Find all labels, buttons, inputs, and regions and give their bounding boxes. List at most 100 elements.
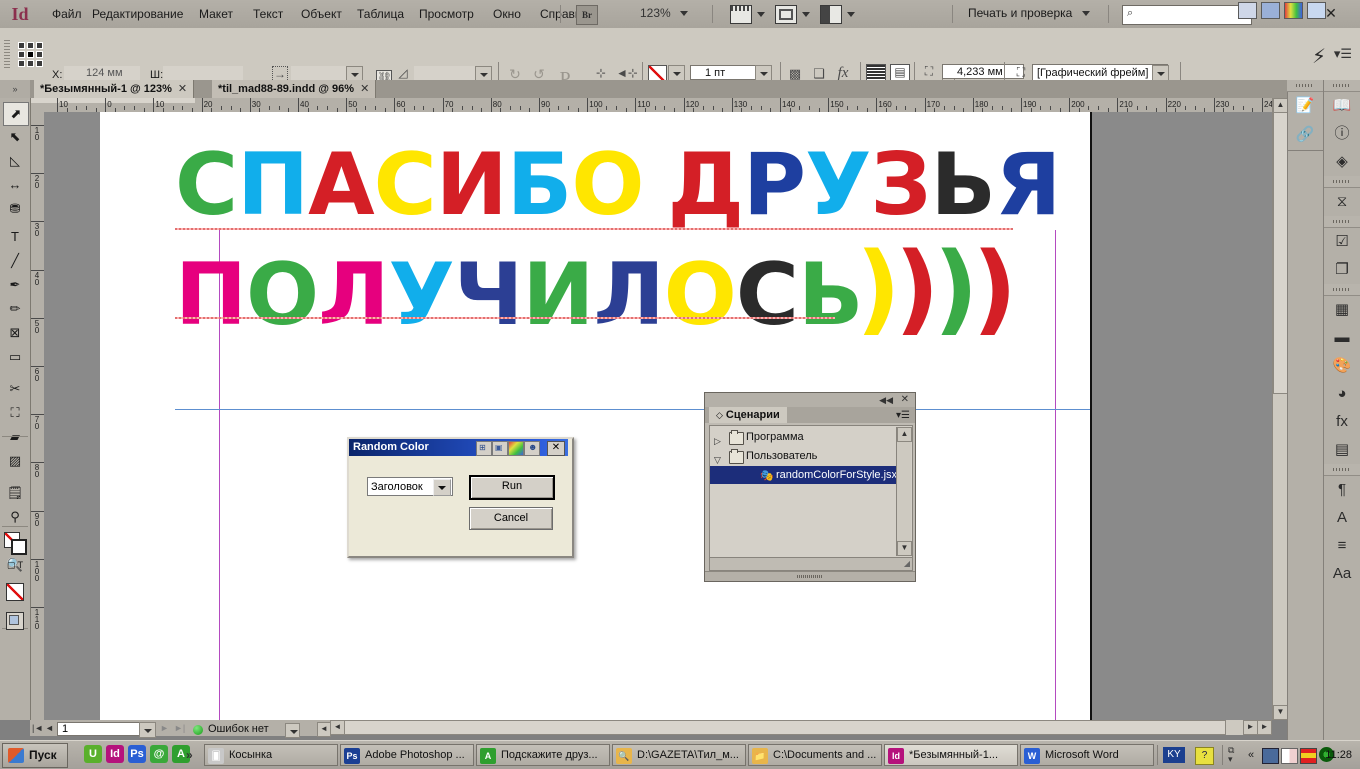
w-field[interactable] [163,66,243,81]
apply-none-swatch[interactable] [3,581,27,603]
object-style-field[interactable]: [Графический фрейм] [1032,64,1168,81]
dock-group-grip[interactable] [1324,176,1360,188]
taskbar-button[interactable]: AПодскажите друз... [476,744,610,766]
language-indicator[interactable]: KY [1163,747,1185,763]
search-input[interactable]: ⌕ [1122,5,1252,25]
tree-scroll-up[interactable]: ▲ [897,427,912,442]
book-icon[interactable] [1281,748,1298,764]
start-button[interactable]: Пуск [2,743,68,768]
person-icon[interactable]: ☻ [524,441,540,456]
window-close-button[interactable]: ✕ [1320,4,1342,22]
horizontal-scrollbar[interactable]: ◄ ► ► [330,720,1272,735]
artwork-parens[interactable]: )))) [856,240,1011,338]
resize-grip-icon[interactable]: ◢ [904,559,910,568]
swatches-panel-icon[interactable]: ▦ [1325,296,1359,323]
view-mode-button[interactable] [3,610,27,632]
volume-meter-icon[interactable] [1300,748,1317,764]
document-tab-1[interactable]: *til_mad88-89.indd @ 96%✕ [212,80,376,98]
direct-selection-tool[interactable]: ⬉ [3,126,27,148]
page-number-dropdown[interactable] [139,722,156,738]
scripts-panel[interactable]: ◀◀ ✕ ◇Сценарии ▾☰ ▷Программа▽Пользовател… [704,392,916,582]
dock-group-grip[interactable] [1324,284,1360,296]
menu-item-6[interactable]: Просмотр [419,6,474,22]
ql-photoshop-icon[interactable]: Ps [128,745,146,763]
save-layout-icon[interactable] [1238,2,1257,19]
pin-icon[interactable]: ⊞ [476,441,492,456]
scripts-tree-item[interactable]: ▷Программа [710,428,896,446]
page-tool[interactable]: ◺ [3,150,27,172]
toolbox-collapse-button[interactable]: » [0,80,30,98]
menu-item-5[interactable]: Таблица [357,6,404,22]
scripts-tree-item[interactable]: ▽Пользователь [710,447,896,465]
formatting-affects-container[interactable]: ▢ T [3,558,27,572]
color-picker-icon[interactable] [1284,2,1303,19]
note-tool[interactable]: 🗒 [3,482,27,504]
menu-item-1[interactable]: Редактирование [92,6,183,22]
scroll-left-button[interactable]: ◄ [330,720,345,735]
gradient-swatch-tool[interactable]: ▰ [3,426,27,448]
dock-group-grip[interactable] [1287,80,1323,92]
ql-utorrent-icon[interactable]: U [84,745,102,763]
scroll-right-button-2[interactable]: ► [1257,720,1272,735]
frame-tool[interactable]: ⊠ [3,322,27,344]
minimize-icon[interactable]: ▣ [492,441,508,456]
menu-item-2[interactable]: Макет [199,6,233,22]
screen-mode-button[interactable] [775,5,810,24]
network-icon[interactable] [1262,748,1279,764]
pathfinder-panel-icon[interactable]: ⧖ [1325,188,1359,215]
document-tab-0[interactable]: *Безымянный-1 @ 123%✕ [34,80,194,98]
collapse-icon[interactable]: ◀◀ [879,395,893,406]
first-page-button[interactable]: |◄ [32,723,43,733]
scripts-panel-resize-bar[interactable] [705,571,915,581]
paragraph-styles-icon[interactable]: ¶ [1325,476,1359,503]
control-panel-grip[interactable] [4,40,10,68]
preflight-check-icon[interactable]: ☑ [1325,228,1359,255]
preflight-panel-icon[interactable]: 📝 [1288,92,1322,119]
type-tool[interactable]: T [3,226,27,248]
scripts-tree-item[interactable]: 🎭randomColorForStyle.jsxbin [710,466,896,484]
taskbar-button[interactable]: 🂠Косынка [204,744,338,766]
menu-item-7[interactable]: Окно [493,6,521,22]
reference-point-proxy[interactable] [18,42,44,68]
layers-panel-icon[interactable]: ◈ [1325,148,1359,175]
fill-stroke-swatches[interactable] [3,530,27,552]
screen-capture-icon[interactable] [1261,2,1280,19]
view-options-button[interactable] [730,5,765,24]
lightning-icon[interactable]: ⚡ [1312,44,1326,69]
dialog-titlebar[interactable]: Random Color ⊞ ▣ ☻ ✕ [349,439,568,456]
cancel-button[interactable]: Cancel [469,507,553,530]
panel-menu-icon[interactable]: ▾☰ [896,410,910,421]
close-icon[interactable]: ✕ [360,83,369,95]
scroll-right-button[interactable]: ► [1243,720,1258,735]
fitting-frame-icon[interactable]: ⛶ [920,64,938,80]
horizontal-scroll-thumb[interactable] [344,720,1226,735]
links-panel-icon[interactable]: 🔗 [1288,121,1322,148]
taskbar-button[interactable]: Id*Безымянный-1... [884,744,1018,766]
gap-tool[interactable]: ↔ [3,174,27,196]
menu-item-4[interactable]: Объект [301,6,342,22]
paragraph-panel-icon[interactable]: ≡ [1325,532,1359,559]
document-canvas[interactable]: СПАСИБО ДРУЗЬЯПОЛУЧИЛОСЬ)))) [44,112,1272,720]
dialog-close-button[interactable]: ✕ [547,441,565,456]
tree-scroll-down[interactable]: ▼ [897,541,912,556]
scripts-panel-titlebar[interactable]: ◀◀ ✕ [705,393,915,407]
kuler-panel-icon[interactable]: ◕ [1325,380,1359,407]
eyedropper-tool[interactable]: ⚲ [3,506,27,528]
close-icon[interactable]: ✕ [178,83,187,95]
tray-expand-chevron[interactable]: « [1248,749,1254,761]
content-collector-tool[interactable]: ⛃ [3,198,27,220]
taskbar-button[interactable]: PsAdobe Photoshop ... [340,744,474,766]
workspace-switcher[interactable]: Печать и проверка [968,6,1090,20]
scroll-down-button[interactable]: ▼ [1273,705,1288,720]
gradient-panel-icon[interactable]: ▬ [1325,324,1359,351]
run-button[interactable]: Run [469,475,555,500]
taskbar-clock[interactable]: 11:28 [1325,749,1352,761]
menu-item-3[interactable]: Текст [253,6,283,22]
palette-icon[interactable] [508,441,524,456]
selection-tool[interactable]: ⬈ [3,102,29,126]
scroll-up-button[interactable]: ▲ [1273,98,1288,113]
bridge-button[interactable]: Br [576,5,598,25]
color-panel-icon[interactable]: 🎨 [1325,352,1359,379]
vertical-scrollbar[interactable]: ▲ ▼ [1272,98,1288,720]
taskbar-button[interactable]: 🔍D:\GAZETA\Тил_м... [612,744,746,766]
